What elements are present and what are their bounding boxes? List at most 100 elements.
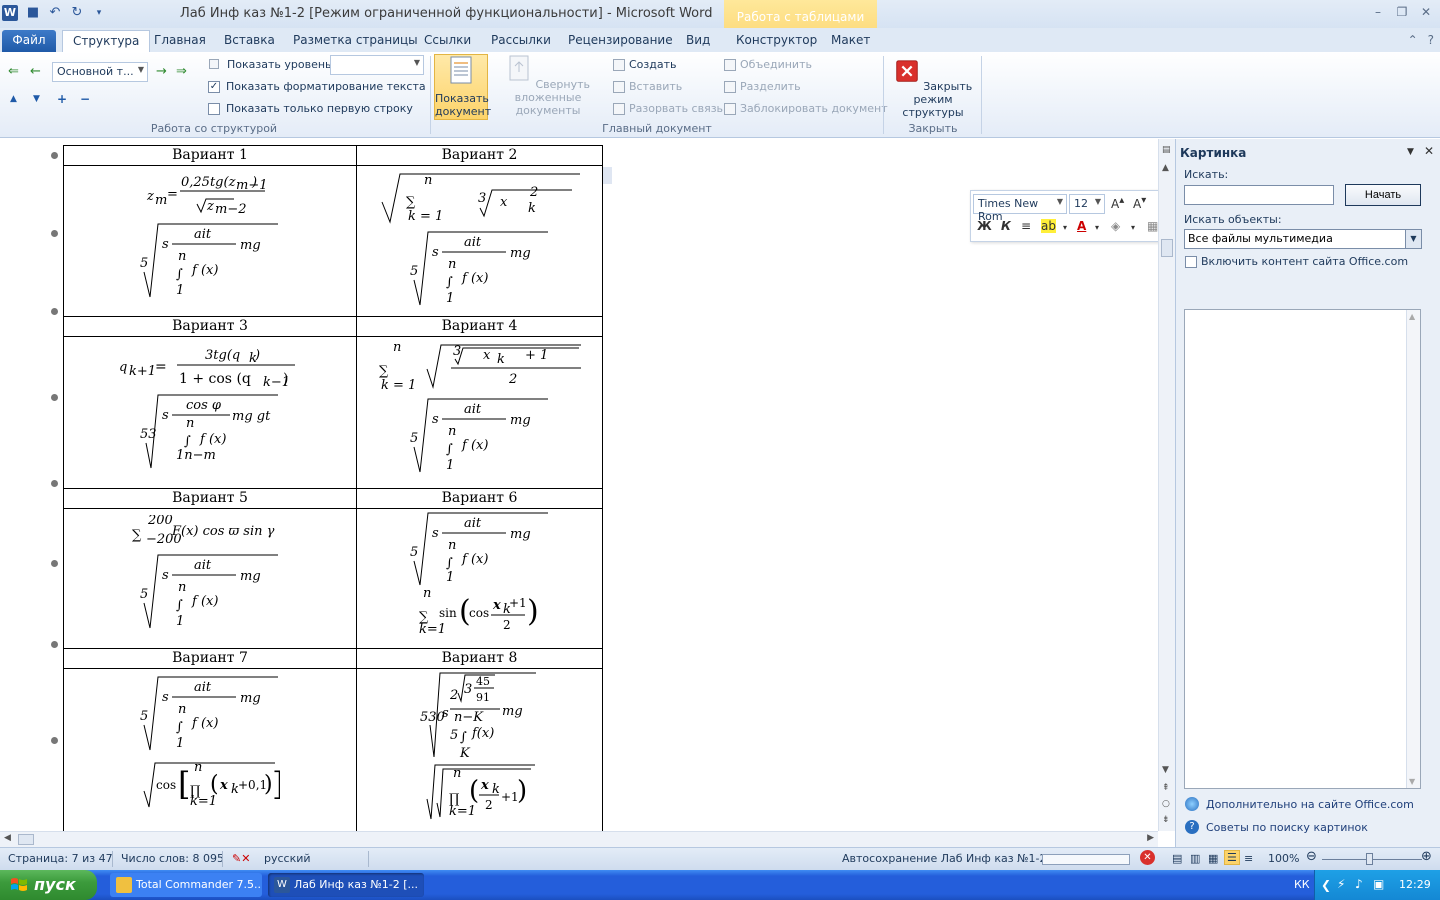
word-logo-icon[interactable]: W [2,5,18,21]
cancel-autosave-icon[interactable]: ✕ [1140,850,1155,865]
outline-level-select[interactable]: Основной т... ▼ [52,62,148,82]
results-scrollbar[interactable]: ▲ ▼ [1406,310,1420,788]
taskbar-total-commander[interactable]: Total Commander 7.5... [110,873,262,897]
media-type-select[interactable]: Все файлы мультимедиа ▼ [1184,229,1422,249]
center-align-icon[interactable]: ≡ [1021,219,1031,233]
page-count[interactable]: Страница: 7 из 47 [8,852,113,865]
language-indicator[interactable]: КК [1294,878,1310,891]
italic-button[interactable]: К [1001,219,1011,233]
expand-icon[interactable]: + [57,92,67,106]
tab-layout[interactable]: Макет [821,30,880,52]
language[interactable]: русский [264,852,311,865]
help-icon[interactable]: ? [1428,33,1434,47]
create-subdoc-button[interactable]: Создать [613,58,677,71]
close-outline-view-button[interactable]: Закрыть режим структуры [888,58,978,120]
next-page-icon[interactable]: ⇟ [1162,815,1170,825]
pane-options-icon[interactable]: ▼ [1407,147,1414,157]
grow-font-icon[interactable]: A▴ [1111,195,1124,211]
more-on-office-link[interactable]: Дополнительно на сайте Office.com [1206,798,1414,811]
outline-bullet[interactable] [51,737,58,744]
zoom-out-icon[interactable]: ⊖ [1306,849,1317,864]
go-button[interactable]: Начать [1345,184,1421,206]
move-up-icon[interactable]: ▲ [10,94,17,104]
shading-dropdown-icon[interactable]: ▾ [1131,223,1135,232]
customize-icon[interactable]: ▾ [90,4,108,22]
restore-icon[interactable]: ❐ [1394,4,1410,20]
promote-icon[interactable]: ← [30,64,41,79]
collapse-subdocuments-button[interactable]: Свернуть вложенные документы [490,54,606,120]
tab-references[interactable]: Ссылки [414,30,481,52]
tab-review[interactable]: Рецензирование [558,30,683,52]
tab-page-layout[interactable]: Разметка страницы [283,30,428,52]
scroll-right-icon[interactable]: ▶ [1147,833,1154,843]
close-icon[interactable]: ✕ [1418,4,1434,20]
minimize-icon[interactable]: – [1370,4,1386,20]
lock-document-button[interactable]: Заблокировать документ [724,102,888,115]
font-color-icon[interactable]: A [1077,219,1086,233]
collapse-icon[interactable]: − [80,92,90,106]
web-layout-icon[interactable]: ▦ [1208,852,1218,865]
show-formatting-checkbox[interactable]: ✓ [208,81,220,93]
clock[interactable]: 12:29 [1399,878,1431,891]
demote-to-body-icon[interactable]: ⇒ [176,64,187,79]
tab-mailings[interactable]: Рассылки [481,30,561,52]
select-browse-object-icon[interactable]: ○ [1162,799,1170,809]
office-content-checkbox[interactable] [1185,256,1197,268]
font-size-select[interactable]: 12 ▼ [1069,194,1105,214]
scroll-left-icon[interactable]: ◀ [4,833,11,843]
start-button[interactable]: пуск [0,870,97,900]
horizontal-scrollbar[interactable]: ◀ ▶ [0,831,1158,847]
outline-bullet[interactable] [51,480,58,487]
taskbar-word[interactable]: W Лаб Инф каз №1-2 [... [268,873,424,897]
tab-design[interactable]: Конструктор [726,30,827,52]
show-document-button[interactable]: Показать документ [434,54,491,120]
redo-icon[interactable]: ↻ [68,4,86,22]
insert-subdoc-button[interactable]: Вставить [613,80,682,93]
previous-page-icon[interactable]: ⇞ [1162,783,1170,793]
scroll-thumb[interactable] [1161,239,1173,257]
zoom-in-icon[interactable]: ⊕ [1421,849,1432,864]
highlight-dropdown-icon[interactable]: ▾ [1063,223,1067,232]
tab-insert[interactable]: Вставка [214,30,285,52]
pane-close-icon[interactable]: ✕ [1424,144,1434,158]
font-select[interactable]: Times New Rom ▼ [973,194,1067,223]
demote-icon[interactable]: → [156,64,167,79]
vertical-scrollbar[interactable]: ▤ ▲ ▼ ⇞ ○ ⇟ [1158,139,1175,831]
tab-outline[interactable]: Структура [62,30,151,52]
scroll-down-icon[interactable]: ▼ [1162,765,1169,775]
zoom-slider-thumb[interactable] [1366,853,1373,865]
font-color-dropdown-icon[interactable]: ▾ [1095,223,1099,232]
volume-icon[interactable]: ♪ [1355,877,1363,891]
shading-icon[interactable]: ◈ [1111,219,1120,233]
tab-file[interactable]: Файл [2,30,56,52]
outline-bullet[interactable] [51,560,58,567]
search-tips-link[interactable]: Советы по поиску картинок [1206,821,1368,834]
outline-bullet[interactable] [51,152,58,159]
merge-subdoc-button[interactable]: Объединить [724,58,812,71]
outline-bullet[interactable] [51,394,58,401]
scroll-up-icon[interactable]: ▲ [1409,312,1415,321]
move-down-icon[interactable]: ▼ [33,94,40,104]
scroll-down-icon[interactable]: ▼ [1409,777,1415,786]
outline-bullet[interactable] [51,641,58,648]
word-count[interactable]: Число слов: 8 095 [121,852,224,865]
ruler-toggle-icon[interactable]: ▤ [1162,145,1171,155]
document-area[interactable]: Вариант 1 Вариант 2 zm = 0,25tg(z m−1) zm… [0,139,1158,831]
draft-view-icon[interactable]: ≡ [1244,852,1253,865]
search-input[interactable] [1184,185,1334,205]
bold-button[interactable]: Ж [977,219,992,233]
tray-expand-icon[interactable]: ❮ [1321,878,1331,892]
zoom-level[interactable]: 100% [1268,852,1299,865]
save-icon[interactable]: ■ [24,4,42,22]
tab-home[interactable]: Главная [144,30,216,52]
minimize-ribbon-icon[interactable]: ⌃ [1408,33,1418,47]
outline-bullet[interactable] [51,230,58,237]
borders-icon[interactable]: ▦ [1147,219,1158,233]
scroll-thumb[interactable] [18,834,34,845]
display-icon[interactable]: ▣ [1373,877,1384,891]
scroll-up-icon[interactable]: ▲ [1162,163,1169,173]
network-icon[interactable]: ⚡ [1337,877,1345,891]
shrink-font-icon[interactable]: A▾ [1133,195,1146,211]
split-subdoc-button[interactable]: Разделить [724,80,801,93]
promote-to-heading-icon[interactable]: ⇐ [8,64,19,79]
